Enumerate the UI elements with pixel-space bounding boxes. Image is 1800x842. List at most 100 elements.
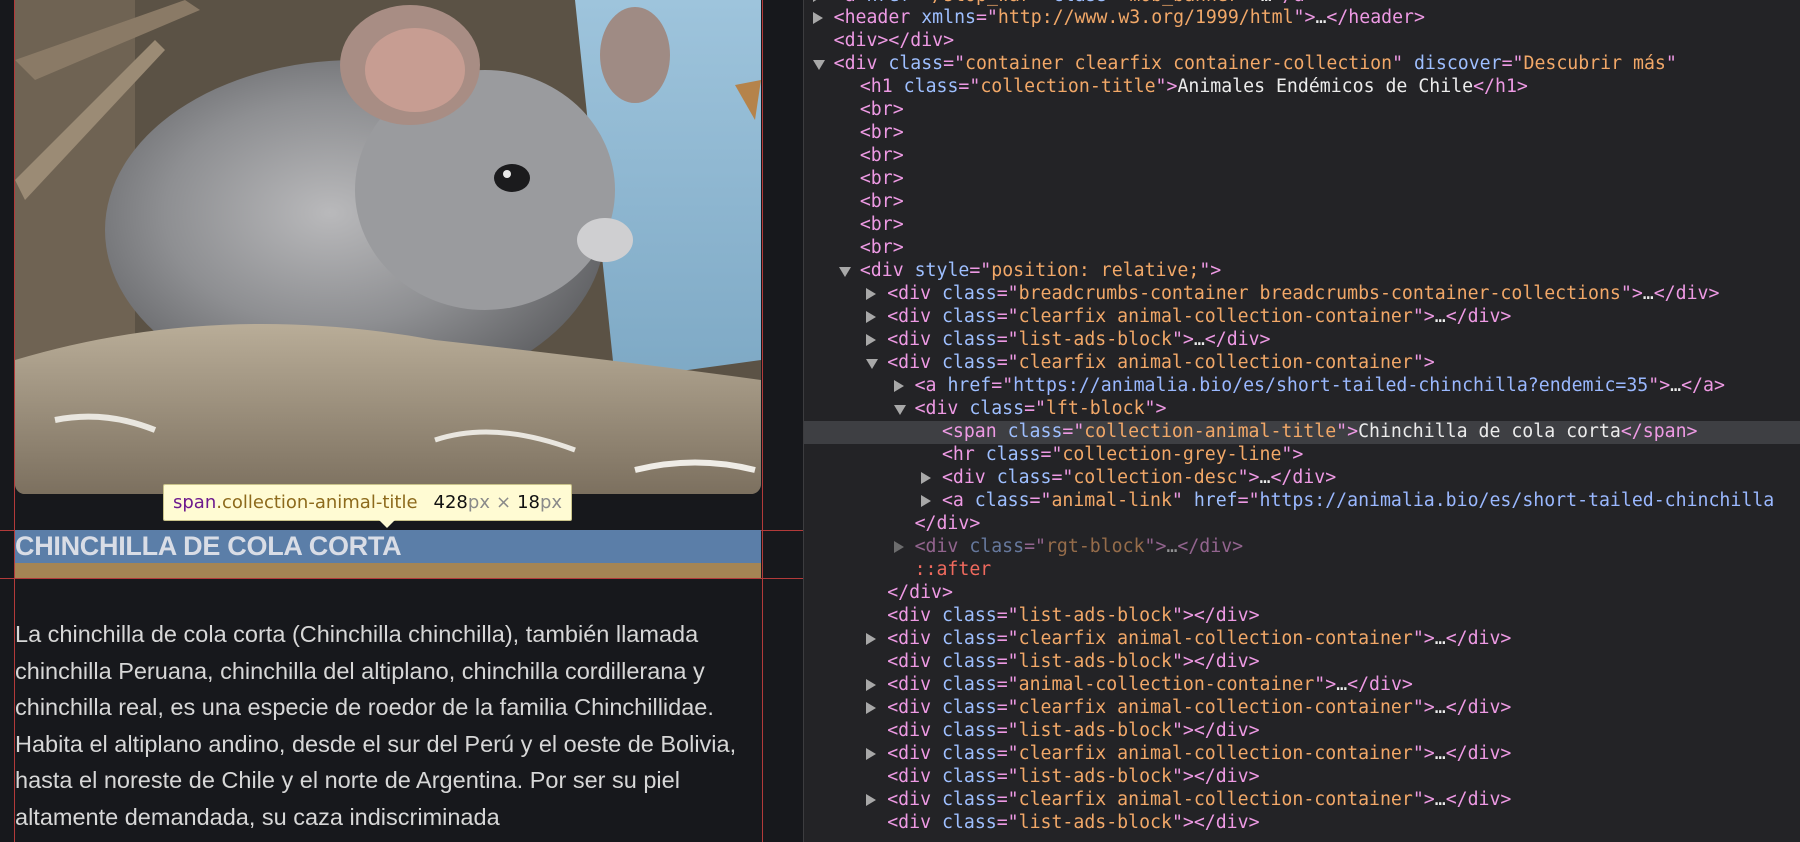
expand-arrow-open-icon[interactable] (893, 404, 906, 415)
dom-node[interactable]: <div class="list-ads-block"></div> (804, 651, 1800, 674)
code-token: collection-grey-line (1062, 443, 1282, 465)
code-token: <br> (859, 236, 904, 258)
code-token: list-ads-block (1018, 328, 1172, 350)
animal-description: La chinchilla de cola corta (Chinchilla … (15, 621, 737, 830)
dom-node[interactable]: <div class="list-ads-block"></div> (804, 720, 1800, 743)
code-token: <a (941, 489, 975, 511)
code-token: <div></div> (833, 29, 955, 51)
expand-arrow-closed-icon[interactable] (866, 678, 877, 691)
dom-node[interactable]: <div class="clearfix animal-collection-c… (804, 697, 1800, 720)
dom-node-code: </div> (915, 513, 981, 536)
code-token: =" (996, 673, 1019, 695)
expand-arrow-closed-icon[interactable] (866, 333, 877, 346)
expand-arrow-closed-icon[interactable] (920, 494, 931, 507)
dom-node[interactable]: <h1 class="collection-title">Animales En… (804, 76, 1800, 99)
code-token: … (1434, 742, 1446, 764)
expand-arrow-closed-icon[interactable] (812, 0, 823, 3)
code-token: </div> (914, 512, 981, 534)
code-token: <hr (941, 443, 986, 465)
code-token: position: relative; (991, 259, 1200, 281)
expand-arrow-open-icon[interactable] (866, 358, 879, 369)
dom-node[interactable]: <div style="position: relative;"> (804, 260, 1800, 283)
dom-node[interactable]: <div class="lft-block"> (804, 398, 1800, 421)
code-token: =" (958, 75, 981, 97)
dom-node[interactable]: <br> (804, 99, 1800, 122)
dom-node[interactable]: <div class="list-ads-block"></div> (804, 605, 1800, 628)
dom-node[interactable]: <div class="container clearfix container… (804, 53, 1800, 76)
expand-arrow-closed-icon[interactable] (866, 310, 877, 323)
dom-node[interactable]: <div class="list-ads-block"></div> (804, 766, 1800, 789)
dom-node-selected[interactable]: <span class="collection-animal-title">Ch… (804, 420, 1800, 444)
animal-photo[interactable] (15, 0, 761, 494)
expand-arrow-closed-icon[interactable] (893, 379, 904, 392)
code-token: " (1392, 52, 1414, 74)
dom-node[interactable]: <div></div> (804, 30, 1800, 53)
code-token: <header (833, 7, 922, 29)
dom-node-code: <div class="container clearfix container… (834, 53, 1677, 76)
page-preview[interactable]: CHINCHILLA DE COLA CORTA span.collection… (0, 0, 803, 842)
dom-node[interactable]: <div class="clearfix animal-collection-c… (804, 352, 1800, 375)
code-token: </div> (1177, 535, 1244, 557)
dom-node-code: <a class="animal-link" href="https://ani… (942, 490, 1774, 513)
dom-node[interactable]: </div> (804, 513, 1800, 536)
code-token: Animales Endémicos de Chile (1177, 75, 1474, 97)
dom-node-code: <br> (860, 122, 904, 145)
code-token: class (1007, 420, 1063, 442)
dom-node[interactable]: <div class="clearfix animal-collection-c… (804, 743, 1800, 766)
dom-node[interactable]: <br> (804, 191, 1800, 214)
dom-node[interactable]: <div class="collection-desc">…</div> (804, 467, 1800, 490)
code-token: <div (859, 259, 915, 281)
code-token: class (941, 650, 997, 672)
tooltip-times: × (495, 492, 512, 513)
dom-node[interactable]: <br> (804, 145, 1800, 168)
code-token: <br> (859, 98, 904, 120)
expand-arrow-closed-icon[interactable] (866, 632, 877, 645)
code-token: container clearfix container-collection (965, 52, 1393, 74)
expand-arrow-closed-icon[interactable] (893, 540, 904, 553)
expand-arrow-open-icon[interactable] (812, 59, 825, 70)
expand-arrow-closed-icon[interactable] (812, 12, 823, 25)
expand-arrow-closed-icon[interactable] (866, 793, 877, 806)
dom-node[interactable]: <hr class="collection-grey-line"> (804, 444, 1800, 467)
code-token: <div (914, 535, 970, 557)
dom-node[interactable]: <div class="list-ads-block"></div> (804, 812, 1800, 835)
expand-arrow-closed-icon[interactable] (866, 747, 877, 760)
dom-node-code: <br> (860, 99, 904, 122)
code-token: class (969, 397, 1025, 419)
code-token: href (1193, 489, 1238, 511)
code-token: </div> (1653, 282, 1720, 304)
dom-node[interactable]: <div class="rgt-block">…</div> (804, 536, 1800, 559)
dom-node[interactable]: <div class="clearfix animal-collection-c… (804, 789, 1800, 812)
code-token: <div (887, 650, 942, 672)
dom-node[interactable]: ::after (804, 559, 1800, 582)
code-token: <div (887, 627, 942, 649)
dom-node[interactable]: <div class="list-ads-block">…</div> (804, 329, 1800, 352)
dom-node[interactable]: </div> (804, 582, 1800, 605)
devtools-elements-panel[interactable]: <a href="/stop_war" class="mob_banner">…… (803, 0, 1800, 842)
code-token: =" (996, 627, 1019, 649)
code-token: <div (887, 742, 942, 764)
dom-node[interactable]: <br> (804, 237, 1800, 260)
dom-node[interactable]: <header xmlns="http://www.w3.org/1999/ht… (804, 7, 1800, 30)
dom-node[interactable]: <br> (804, 122, 1800, 145)
code-token: https://animalia.bio/es/short-tailed-chi… (1259, 489, 1775, 511)
code-token: =" (1062, 420, 1085, 442)
dom-node[interactable]: <br> (804, 214, 1800, 237)
dom-node-code: <div class="clearfix animal-collection-c… (887, 352, 1435, 375)
expand-arrow-closed-icon[interactable] (920, 471, 931, 484)
dom-node[interactable]: <div class="clearfix animal-collection-c… (804, 628, 1800, 651)
dom-node[interactable]: <div class="animal-collection-container"… (804, 674, 1800, 697)
expand-arrow-open-icon[interactable] (838, 266, 851, 277)
dom-node[interactable]: <a class="animal-link" href="https://ani… (804, 490, 1800, 513)
code-token: =" (991, 374, 1014, 396)
dom-node[interactable]: <div class="breadcrumbs-container breadc… (804, 283, 1800, 306)
code-token: class (969, 535, 1025, 557)
dom-node[interactable]: <a href="https://animalia.bio/es/short-t… (804, 375, 1800, 398)
code-token: class (941, 282, 997, 304)
dom-node[interactable]: <br> (804, 168, 1800, 191)
code-token: =" (1237, 489, 1260, 511)
dom-node[interactable]: <div class="clearfix animal-collection-c… (804, 306, 1800, 329)
code-token: <div (941, 466, 997, 488)
expand-arrow-closed-icon[interactable] (866, 701, 877, 714)
expand-arrow-closed-icon[interactable] (866, 287, 877, 300)
